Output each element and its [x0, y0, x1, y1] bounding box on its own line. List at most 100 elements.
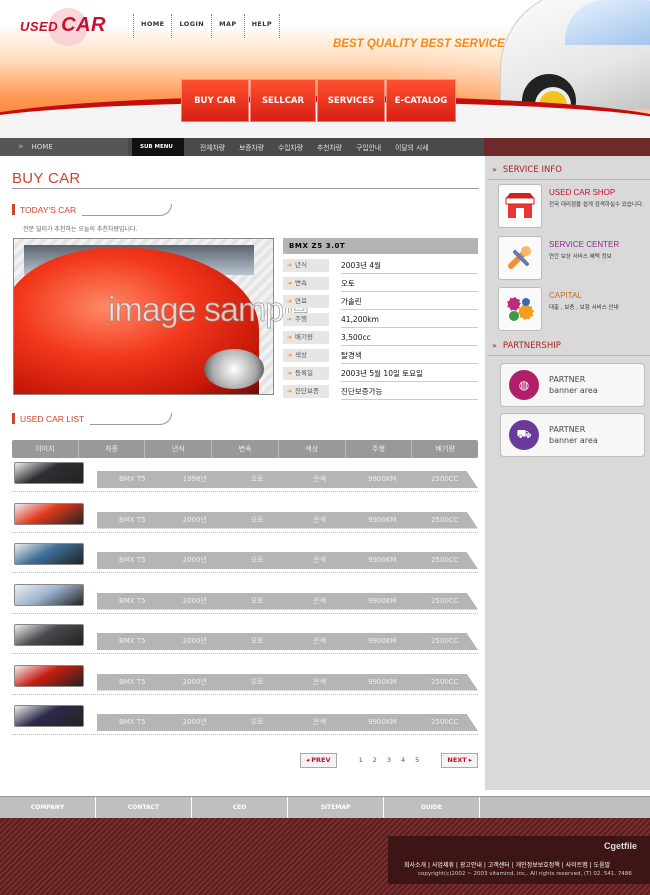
footer-guide[interactable]: GUIDE	[384, 797, 480, 818]
todays-car-description: 전문 딜러가 추천하는 오늘의 추천차량입니다.	[23, 226, 138, 233]
service-center[interactable]: SERVICE CENTER 연간 보상 서비스 혜택 정보	[498, 236, 648, 281]
car-thumbnail[interactable]	[14, 502, 84, 525]
image-sample-watermark: image sample	[108, 291, 310, 329]
cell-model: BMX T5	[118, 556, 146, 564]
cell-model: BMX T5	[118, 637, 146, 645]
cell-km: 9900KM	[368, 475, 397, 483]
topnav-map[interactable]: MAP	[211, 14, 243, 38]
table-row[interactable]: BMX T5 2000년 오토 은색 9900KM 2500CC	[12, 624, 478, 654]
cell-km: 9900KM	[368, 637, 397, 645]
page-link[interactable]: 1	[359, 756, 363, 764]
service-used-car-shop[interactable]: USED CAR SHOP 전국 대리점을 쉽게 검색하실수 있습니다.	[498, 184, 648, 229]
partnership-heading: » PARTNERSHIP	[488, 336, 650, 356]
topnav-home[interactable]: HOME	[133, 14, 171, 38]
cell-year: 2000년	[182, 556, 207, 564]
cell-km: 9900KM	[368, 677, 397, 686]
spec-row: ➔ 색상 탈경색	[283, 346, 478, 364]
spec-value: 2003년 4월	[341, 257, 478, 274]
home-link[interactable]: » HOME	[0, 138, 128, 156]
menu-sell-car[interactable]: SELLCAR	[250, 79, 316, 122]
car-thumbnail[interactable]	[14, 664, 84, 687]
cell-trans: 오토	[250, 515, 264, 524]
spec-label: ➔ 색상	[283, 348, 329, 362]
submenu-item[interactable]: 구입안내	[356, 142, 381, 152]
cell-km: 9900KM	[368, 718, 397, 726]
arrow-icon: ➔	[287, 279, 293, 287]
page-title: BUY CAR	[12, 170, 81, 187]
spec-value: 2003년 5월 10일 토요일	[341, 365, 478, 382]
footer-brand: Cgetfile	[604, 841, 638, 851]
sub-nav: » HOME SUB MENU 전체차량 보증차량 수입차량 추천차량 구입안내…	[0, 138, 650, 156]
page: USED CAR HOME LOGIN MAP HELP BEST QUALITY…	[0, 0, 650, 895]
chevron-icon: »	[492, 341, 497, 350]
spec-label: ➔ 주행	[283, 312, 329, 326]
cell-year: 2000년	[182, 637, 207, 645]
header: USED CAR HOME LOGIN MAP HELP BEST QUALITY…	[0, 0, 650, 138]
partner-banner-1[interactable]: ◍ PARTNER banner area	[500, 363, 645, 407]
spec-row: ➔ 진단보증 진단보증가능	[283, 382, 478, 400]
partner-banner-2[interactable]: ⛟ PARTNER banner area	[500, 413, 645, 457]
cell-cc: 2500CC	[430, 475, 459, 483]
table-row[interactable]: BMX T5 2000년 오토 은색 9900KM 2500CC	[12, 502, 478, 533]
cell-color: 은색	[313, 677, 327, 686]
footer-ceo[interactable]: CEO	[192, 797, 288, 818]
footer-sitemap[interactable]: SITEMAP	[288, 797, 384, 818]
spec-label: ➔ 연료	[283, 294, 329, 308]
submenu-item[interactable]: 전체차량	[200, 142, 225, 152]
site-logo[interactable]: USED CAR	[20, 14, 106, 37]
cell-km: 9900KM	[368, 556, 397, 564]
footer-contact[interactable]: CONTACT	[96, 797, 192, 818]
cell-model: BMX T5	[118, 515, 146, 524]
menu-e-catalog[interactable]: E-CATALOG	[386, 79, 456, 122]
submenu-item[interactable]: 이달의 시세	[395, 142, 428, 152]
cell-color: 은색	[313, 596, 327, 605]
topnav-login[interactable]: LOGIN	[171, 14, 211, 38]
car-thumbnail[interactable]	[14, 705, 84, 727]
gears-icon	[498, 287, 542, 331]
prev-arrow-icon: ◂	[306, 756, 310, 764]
footer-nav: COMPANY CONTACT CEO SITEMAP GUIDE	[0, 796, 650, 818]
page-link[interactable]: 3	[387, 756, 391, 764]
cell-cc: 2500CC	[430, 637, 459, 645]
cell-trans: 오토	[250, 637, 264, 645]
car-model: BMX Z5 3.0T	[283, 238, 478, 254]
table-row[interactable]: BMX T5 2000년 오토 은색 9900KM 2500CC	[12, 664, 478, 695]
submenu-item[interactable]: 수입차량	[278, 142, 303, 152]
table-row[interactable]: BMX T5 2000년 오토 은색 9900KM 2500CC	[12, 705, 478, 735]
page-link[interactable]: 5	[415, 756, 419, 764]
arrow-icon: ➔	[287, 261, 293, 269]
prev-button[interactable]: ◂ PREV	[300, 752, 337, 768]
cell-trans: 오토	[250, 718, 264, 726]
spec-label: ➔ 배기량	[283, 330, 329, 344]
service-capital[interactable]: CAPITAL 대출 , 보증 , 보험 서비스 안내	[498, 287, 648, 332]
page-link[interactable]: 4	[401, 756, 405, 764]
spec-label: ➔ 변속	[283, 276, 329, 290]
cell-model: BMX T5	[118, 475, 146, 483]
table-row[interactable]: BMX T5 2000년 오토 은색 9900KM 2500CC	[12, 583, 478, 614]
table-row[interactable]: BMX T5 1998년 오토 은색 9900KM 2500CC	[12, 462, 478, 492]
cell-year: 2000년	[182, 515, 207, 524]
footer-company[interactable]: COMPANY	[0, 797, 96, 818]
spec-label: ➔ 등록일	[283, 366, 329, 380]
cell-km: 9900KM	[368, 596, 397, 605]
car-thumbnail[interactable]	[14, 583, 84, 606]
car-thumbnail[interactable]	[14, 543, 84, 565]
menu-services[interactable]: SERVICES	[317, 79, 385, 122]
footer-links[interactable]: 회사소개 | 사업제휴 | 광고안내 | 고객센터 | 개인정보보호정책 | 사…	[404, 860, 610, 869]
spec-row: ➔ 년식 2003년 4월	[283, 256, 478, 274]
shop-icon	[498, 184, 542, 228]
table-row[interactable]: BMX T5 2000년 오토 은색 9900KM 2500CC	[12, 543, 478, 573]
top-nav: HOME LOGIN MAP HELP	[133, 14, 280, 38]
menu-buy-car[interactable]: BUY CAR	[181, 79, 249, 122]
car-thumbnail[interactable]	[14, 624, 84, 646]
topnav-help[interactable]: HELP	[243, 14, 280, 38]
submenu-item[interactable]: 추천차량	[317, 142, 342, 152]
cell-color: 은색	[313, 556, 327, 564]
cell-model: BMX T5	[118, 718, 146, 726]
car-thumbnail[interactable]	[14, 462, 84, 484]
next-button[interactable]: NEXT ▸	[441, 752, 478, 768]
submenu-item[interactable]: 보증차량	[239, 142, 264, 152]
todays-car-heading: TODAY'S CAR	[12, 204, 76, 215]
page-link[interactable]: 2	[373, 756, 377, 764]
cell-cc: 2500CC	[430, 718, 459, 726]
